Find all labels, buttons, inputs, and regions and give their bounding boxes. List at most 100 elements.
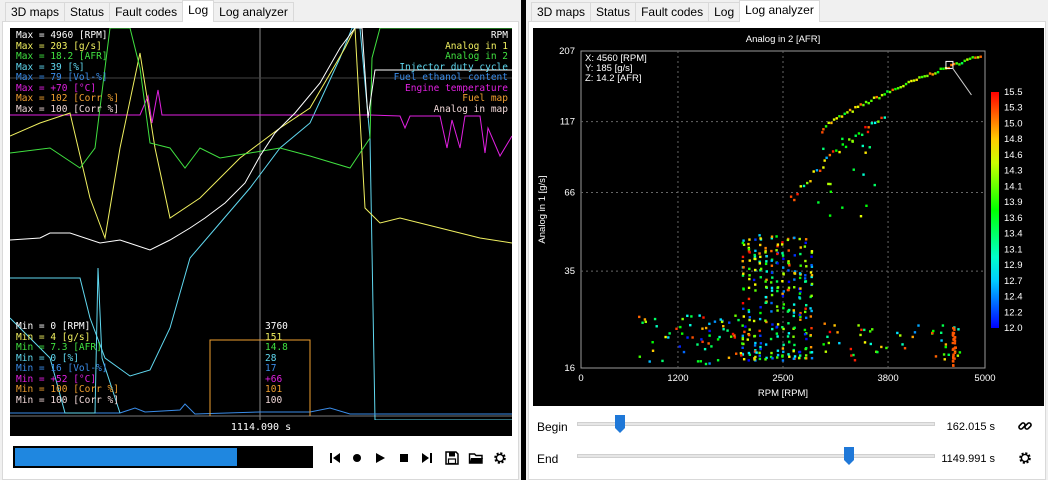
legend-cursor-entry: 100	[265, 394, 283, 406]
begin-slider-thumb[interactable]	[614, 415, 625, 433]
stop-button[interactable]	[395, 449, 413, 467]
scatter-point	[651, 349, 655, 352]
scatter-point	[955, 62, 958, 65]
tab-log-analyzer[interactable]: Log analyzer	[739, 0, 820, 22]
scatter-point	[742, 239, 745, 242]
scatter-point	[776, 289, 779, 293]
scatter-point	[862, 173, 865, 176]
scatter-point	[776, 356, 779, 359]
scatter-point	[968, 57, 972, 60]
begin-slider-track[interactable]	[577, 422, 935, 426]
scatter-point	[782, 290, 786, 293]
scatter-point	[781, 243, 784, 246]
tab-fault-codes[interactable]: Fault codes	[635, 2, 710, 22]
legend-name-entry: Fuel map	[462, 93, 508, 104]
play-button[interactable]	[371, 449, 389, 467]
scatter-point	[976, 56, 980, 59]
legend-name-entry: RPM	[490, 30, 508, 41]
scatter-point	[860, 328, 863, 332]
tab-status[interactable]: Status	[64, 2, 111, 22]
scatter-point	[686, 314, 689, 318]
skip-to-end-button[interactable]	[418, 449, 436, 467]
scatter-point	[741, 342, 744, 345]
link-range-button[interactable]	[1016, 417, 1034, 435]
colorbar-tick-label: 12.7	[1004, 276, 1023, 287]
scatter-point	[840, 115, 844, 118]
scatter-point	[802, 184, 806, 188]
scatter-point	[798, 272, 802, 275]
scatter-point	[680, 332, 684, 335]
end-slider-track[interactable]	[577, 454, 935, 458]
scatter-point	[810, 357, 814, 360]
scatter-point	[748, 251, 751, 254]
colorbar-tick-label: 12.2	[1004, 307, 1023, 318]
scatter-point	[787, 332, 791, 335]
scatter-point	[696, 343, 699, 346]
scatter-point	[956, 354, 960, 357]
scatter-point	[809, 271, 813, 274]
tab-log[interactable]: Log	[708, 2, 741, 22]
x-axis-label: RPM [RPM]	[758, 388, 808, 399]
log-plot[interactable]: Max = 4960 [RPM] Max = 203 [g/s] Max = 18.…	[10, 28, 512, 420]
tab-status[interactable]: Status	[590, 2, 637, 22]
scatter-point	[810, 351, 814, 354]
scatter-point	[781, 254, 785, 257]
log-settings-button[interactable]	[491, 449, 509, 467]
scatter-point	[679, 325, 682, 329]
scatter-point	[828, 330, 832, 334]
scatter-point	[797, 356, 801, 360]
scatter-point	[823, 159, 826, 162]
tab-log[interactable]: Log	[182, 0, 215, 22]
scatter-point	[822, 166, 825, 169]
scatter-point	[829, 182, 832, 186]
tab-log-analyzer[interactable]: Log analyzer	[213, 2, 294, 22]
scatter-point	[799, 252, 802, 256]
play-icon	[376, 453, 385, 463]
scatter-point	[792, 303, 796, 306]
scatter-point	[902, 84, 905, 88]
playback-progress-bar[interactable]	[13, 446, 313, 468]
scatter-point	[770, 264, 774, 267]
legend-max-entry: Max = 18.2 [AFR]	[16, 51, 108, 62]
scatter-point	[960, 62, 964, 65]
scatter-point	[699, 360, 703, 363]
scatter-point	[776, 353, 780, 357]
scatter-point	[953, 342, 957, 345]
scatter-point	[798, 276, 802, 280]
scatter-point	[827, 182, 830, 186]
scatter-point	[883, 116, 887, 119]
analyzer-settings-button[interactable]	[1016, 449, 1034, 467]
scatter-point	[758, 351, 761, 355]
scatter-point	[810, 282, 814, 286]
scatter-point	[848, 138, 851, 141]
colorbar-tick-label: 12.0	[1004, 323, 1023, 334]
scatter-point	[782, 273, 785, 276]
scatter-point	[740, 354, 743, 357]
scatter-point	[871, 328, 874, 331]
end-slider-thumb[interactable]	[844, 447, 855, 465]
open-button[interactable]	[467, 449, 485, 467]
x-tick-label: 2500	[772, 373, 793, 384]
scatter-point	[862, 103, 865, 107]
cursor-time-readout: 1114.090 s	[230, 422, 292, 433]
scatter-point	[793, 286, 796, 289]
tab-3d-maps[interactable]: 3D maps	[5, 2, 66, 22]
scatter-point	[823, 322, 826, 325]
scatter-point	[952, 347, 955, 351]
scatter-plot[interactable]: Analog in 2 [AFR] 0 1200 2500 3800 5000 207 117…	[533, 28, 1044, 406]
legend-cursor-entry: 101	[265, 384, 283, 395]
scatter-point	[947, 353, 950, 356]
scatter-point	[863, 328, 866, 332]
tab-fault-codes[interactable]: Fault codes	[109, 2, 184, 22]
scatter-point	[775, 280, 779, 283]
tab-3d-maps[interactable]: 3D maps	[531, 2, 592, 22]
scatter-point	[793, 278, 796, 281]
skip-to-start-button[interactable]	[326, 449, 344, 467]
scatter-point	[748, 318, 751, 322]
record-button[interactable]	[348, 449, 366, 467]
scatter-point	[696, 360, 700, 363]
scatter-point	[748, 328, 751, 331]
timeline-bar[interactable]: 1114.090 s	[10, 420, 512, 436]
save-button[interactable]	[443, 449, 461, 467]
scatter-point	[810, 255, 813, 258]
